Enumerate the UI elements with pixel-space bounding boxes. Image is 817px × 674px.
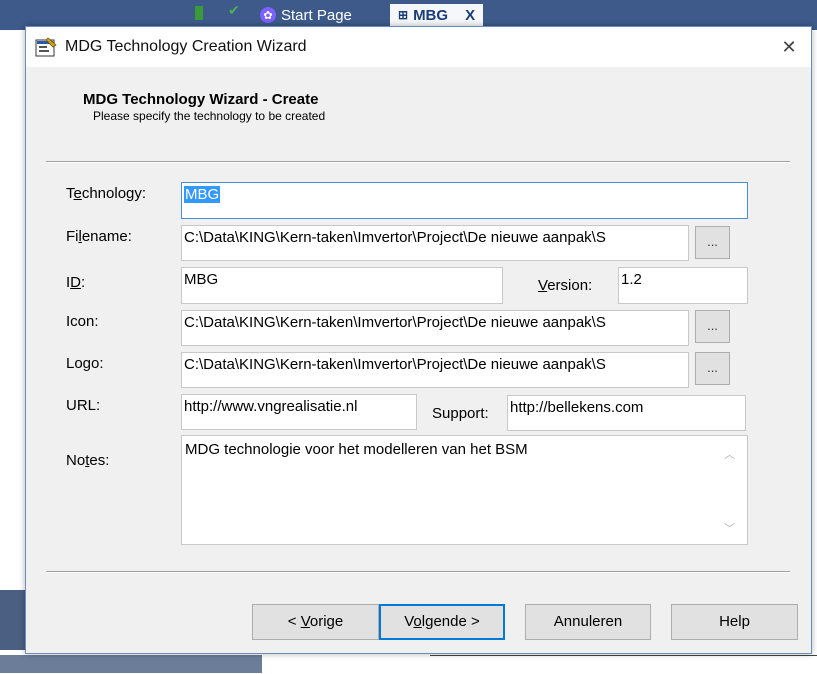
wizard-header-subtitle: Please specify the technology to be crea…: [93, 109, 326, 123]
footer-divider: [46, 571, 790, 573]
back-button[interactable]: < Vorige: [252, 604, 379, 640]
url-value: http://www.vngrealisatie.nl: [184, 398, 358, 415]
technology-label: Technology:: [66, 185, 147, 202]
header-divider: [46, 161, 790, 163]
url-input[interactable]: http://www.vngrealisatie.nl: [181, 394, 417, 430]
filename-value: C:\Data\KING\Kern-taken\Imvertor\Project…: [184, 229, 606, 246]
logo-value: C:\Data\KING\Kern-taken\Imvertor\Project…: [184, 356, 606, 373]
notes-value: MDG technologie voor het modelleren van …: [185, 441, 528, 458]
wizard-header-title: MDG Technology Wizard - Create: [83, 91, 319, 108]
wizard-app-icon: [35, 37, 57, 57]
tab-start-page[interactable]: ✿ Start Page: [260, 4, 352, 26]
support-value: http://bellekens.com: [510, 399, 644, 416]
notes-textarea[interactable]: MDG technologie voor het modelleren van …: [181, 435, 748, 545]
cancel-button[interactable]: Annuleren: [525, 604, 651, 640]
tab-label: MBG: [413, 6, 449, 24]
diagram-icon: ⊞: [398, 8, 409, 22]
logo-browse-button[interactable]: ...: [695, 352, 730, 385]
filename-browse-button[interactable]: ...: [695, 226, 730, 259]
id-input[interactable]: MBG: [181, 267, 503, 304]
dialog-title: MDG Technology Creation Wizard: [65, 38, 307, 55]
tab-close-icon[interactable]: X: [465, 7, 475, 24]
dialog-titlebar[interactable]: MDG Technology Creation Wizard ✕: [26, 27, 811, 67]
logo-label: Logo:: [66, 355, 104, 372]
filename-label: Filename:: [66, 228, 132, 245]
background-diagram-edge: [430, 655, 817, 674]
url-label: URL:: [66, 397, 101, 414]
support-label: Support:: [432, 405, 489, 422]
help-button[interactable]: Help: [671, 604, 798, 640]
icon-browse-button[interactable]: ...: [695, 310, 730, 343]
wizard-header: MDG Technology Wizard - Create Please sp…: [83, 91, 325, 123]
scroll-down-icon[interactable]: ﹀: [724, 520, 735, 536]
icon-label: Icon:: [66, 313, 99, 330]
id-label: ID:: [66, 274, 86, 291]
tab-mbg[interactable]: ⊞ MBG X: [390, 4, 484, 26]
notes-label: Notes:: [66, 452, 110, 469]
support-input[interactable]: http://bellekens.com: [507, 395, 746, 431]
technology-input[interactable]: MBG: [181, 182, 748, 219]
filename-input[interactable]: C:\Data\KING\Kern-taken\Imvertor\Project…: [181, 225, 689, 261]
version-label: Version:: [538, 277, 593, 294]
close-icon[interactable]: ✕: [777, 35, 801, 59]
id-value: MBG: [184, 271, 219, 288]
version-value: 1.2: [621, 271, 642, 288]
version-input[interactable]: 1.2: [618, 267, 748, 304]
background-panel: [0, 590, 28, 650]
icon-input[interactable]: C:\Data\KING\Kern-taken\Imvertor\Project…: [181, 310, 689, 346]
technology-value: MBG: [184, 186, 221, 203]
document-tab-strip: ✿ Start Page ⊞ MBG X: [190, 0, 530, 28]
icon-value: C:\Data\KING\Kern-taken\Imvertor\Project…: [184, 314, 606, 331]
background-statusbar: [0, 655, 262, 673]
mdg-wizard-dialog: MDG Technology Creation Wizard ✕ MDG Tec…: [25, 26, 812, 654]
scroll-up-icon[interactable]: ︿: [724, 446, 735, 462]
start-page-icon: ✿: [260, 7, 276, 23]
next-button[interactable]: Volgende >: [379, 604, 505, 640]
tab-label: Start Page: [281, 6, 352, 24]
logo-input[interactable]: C:\Data\KING\Kern-taken\Imvertor\Project…: [181, 352, 689, 388]
